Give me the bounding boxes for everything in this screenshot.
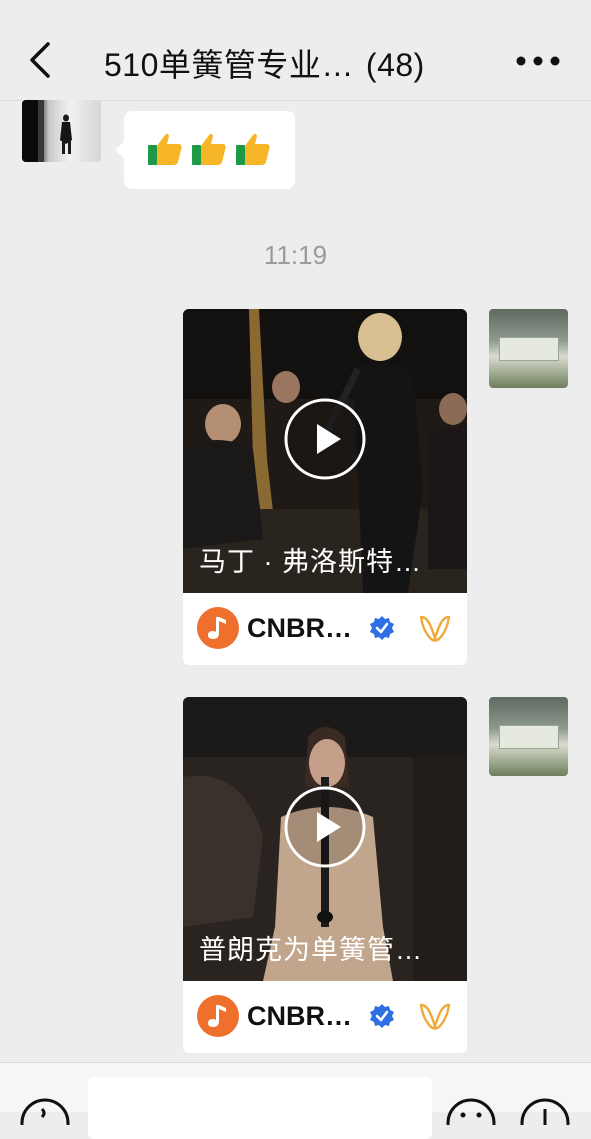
more-button[interactable] (515, 50, 561, 72)
input-bar (0, 1062, 591, 1139)
video-thumbnail[interactable]: 普朗克为单簧管… (183, 697, 467, 981)
verified-badge-icon (370, 616, 394, 640)
channel-name: CNBR… (247, 1001, 352, 1031)
play-icon (284, 398, 366, 480)
chevron-left-icon (30, 42, 50, 78)
my-avatar[interactable] (489, 697, 568, 776)
more-horizontal-icon (516, 56, 560, 66)
sender-avatar[interactable] (22, 100, 101, 162)
avatar-photo (22, 100, 72, 162)
group-name: 510单簧管专业… (104, 47, 354, 83)
avatar-plaque (499, 337, 559, 361)
text-message-bubble[interactable] (115, 111, 295, 189)
card-footer: CNBR… (183, 981, 467, 1053)
thumbs-up-icon (192, 133, 226, 165)
avatar-plaque (499, 725, 559, 749)
video-title: 马丁 · 弗洛斯特… (199, 547, 422, 577)
music-app-logo-icon (197, 607, 239, 649)
channel-name: CNBR… (247, 613, 352, 643)
play-icon (284, 786, 366, 868)
video-card[interactable]: 普朗克为单簧管… CNBR… (183, 697, 467, 1053)
back-button[interactable] (22, 38, 62, 82)
message-text (146, 131, 272, 167)
video-thumbnail[interactable]: 马丁 · 弗洛斯特… (183, 309, 467, 593)
music-app-logo-icon (197, 995, 239, 1037)
message-input[interactable] (88, 1077, 432, 1139)
card-footer: CNBR… (183, 593, 467, 665)
chat-header: 510单簧管专业… (48) (0, 0, 591, 101)
play-button[interactable] (283, 397, 367, 481)
plus-icon (520, 1098, 570, 1139)
thumbs-up-icon (236, 133, 270, 165)
chat-title: 510单簧管专业… (48) (104, 40, 425, 86)
voice-icon (20, 1098, 70, 1139)
my-avatar[interactable] (489, 309, 568, 388)
channels-logo-icon (419, 615, 451, 642)
verified-badge-icon (370, 1004, 394, 1028)
member-count: (48) (365, 47, 425, 83)
thumbs-up-icon (148, 133, 182, 165)
emoji-button[interactable] (446, 1095, 496, 1139)
emoji-icon (446, 1098, 496, 1139)
play-button[interactable] (283, 785, 367, 869)
video-card[interactable]: 马丁 · 弗洛斯特… CNBR… (183, 309, 467, 665)
channels-logo-icon (419, 1003, 451, 1030)
message-timestamp: 11:19 (263, 240, 328, 270)
plus-button[interactable] (520, 1095, 570, 1139)
video-title: 普朗克为单簧管… (199, 935, 423, 965)
voice-button[interactable] (20, 1095, 70, 1139)
